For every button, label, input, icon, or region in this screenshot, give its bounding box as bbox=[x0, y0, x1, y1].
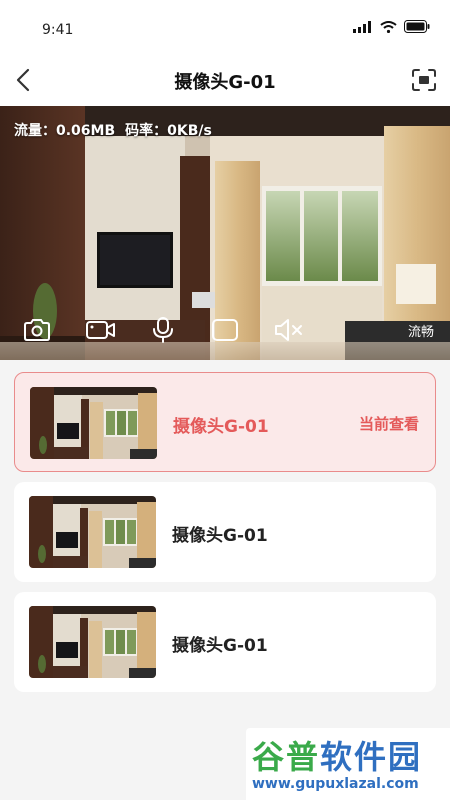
battery-icon bbox=[404, 20, 430, 33]
screen-icon bbox=[212, 319, 238, 341]
wifi-icon bbox=[380, 20, 397, 33]
page-title: 摄像头G-01 bbox=[174, 72, 276, 93]
camera-status-badge: 当前查看 bbox=[358, 415, 419, 433]
camera-name: 摄像头G-01 bbox=[172, 636, 268, 656]
quality-selector[interactable]: 流畅 bbox=[408, 321, 434, 340]
watermark-brand: 谷普软件园 bbox=[252, 738, 423, 776]
screen-toggle-button[interactable] bbox=[210, 316, 240, 344]
fullscreen-button[interactable] bbox=[410, 66, 438, 94]
microphone-icon bbox=[153, 317, 173, 343]
mute-icon bbox=[275, 319, 302, 341]
camera-list-item[interactable]: 摄像头G-01 bbox=[14, 592, 436, 692]
mute-button[interactable] bbox=[274, 316, 304, 344]
stream-stats: 流量：0.06MB 码率：0KB/s bbox=[14, 120, 212, 140]
signal-icon bbox=[353, 20, 371, 33]
video-record-icon bbox=[86, 321, 115, 339]
snapshot-button[interactable] bbox=[22, 316, 52, 344]
camera-list-item[interactable]: 摄像头G-01 bbox=[14, 482, 436, 582]
camera-thumbnail bbox=[29, 606, 156, 678]
status-time: 9:41 bbox=[42, 22, 74, 38]
camera-icon bbox=[24, 319, 50, 341]
status-bar: 9:41 bbox=[0, 0, 450, 58]
camera-name: 摄像头G-01 bbox=[172, 526, 268, 546]
watermark-url: www.gupuxlazal.com bbox=[252, 776, 419, 792]
fullscreen-icon bbox=[412, 69, 436, 91]
traffic-label: 流量：0.06MB bbox=[14, 123, 116, 139]
camera-list-item[interactable]: 摄像头G-01 当前查看 bbox=[14, 372, 436, 472]
live-video[interactable]: 流量：0.06MB 码率：0KB/s 流畅 bbox=[0, 106, 450, 360]
camera-thumbnail bbox=[30, 387, 157, 459]
watermark-logo: 谷普软件园 www.gupuxlazal.com bbox=[246, 728, 450, 800]
record-button[interactable] bbox=[86, 316, 116, 344]
camera-thumbnail bbox=[29, 496, 156, 568]
camera-name: 摄像头G-01 bbox=[173, 417, 269, 437]
camera-list: 摄像头G-01 当前查看 摄像头G-01 摄像头G-01 bbox=[14, 372, 436, 702]
talk-button[interactable] bbox=[148, 316, 178, 344]
status-icons bbox=[353, 20, 430, 33]
nav-bar: 摄像头G-01 bbox=[0, 58, 450, 106]
video-controls: 流畅 bbox=[0, 316, 450, 344]
bitrate-label: 码率：0KB/s bbox=[125, 123, 212, 139]
